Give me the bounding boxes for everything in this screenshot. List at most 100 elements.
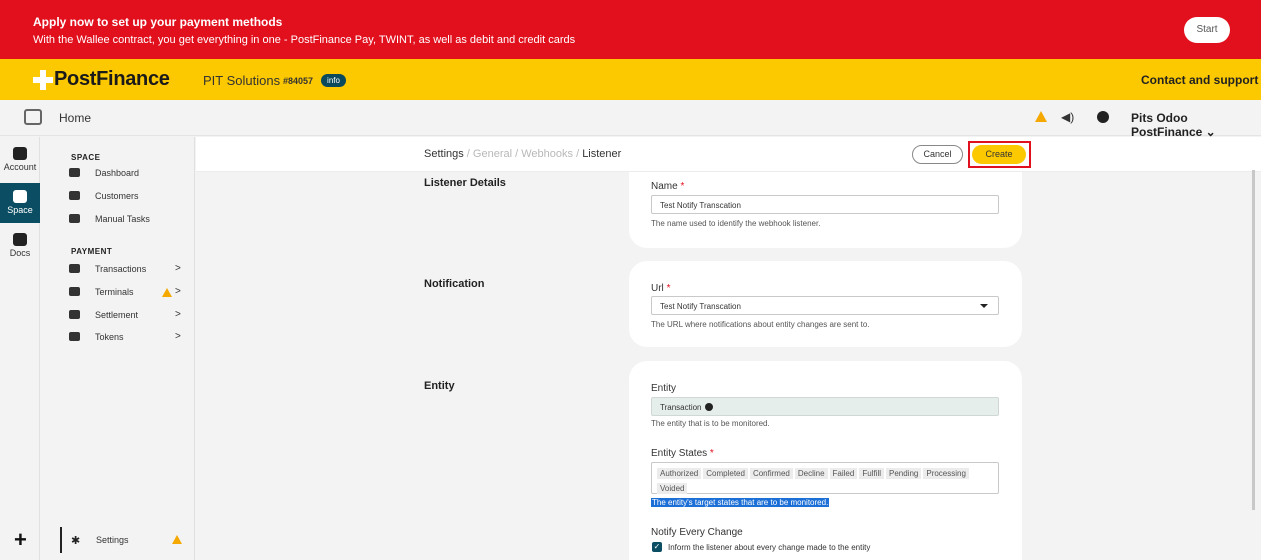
state-tag[interactable]: Decline [794,468,828,479]
entity-states-multiselect[interactable]: Authorized Completed Confirmed Decline Faile… [651,462,999,494]
customers-icon [69,191,80,200]
rail-item-docs[interactable]: Docs [0,229,40,267]
token-icon [69,332,80,341]
start-button[interactable]: Start [1184,17,1230,43]
entity-label: Entity [651,383,677,394]
contact-support-link[interactable]: Contact and support [1141,73,1258,87]
state-tag[interactable]: Failed [829,468,858,479]
rail-item-label: Space [7,205,33,215]
state-tag[interactable]: Confirmed [749,468,793,479]
brand-name[interactable]: PostFinance [54,68,170,91]
entity-help: The entity that is to be monitored. [651,419,770,428]
listener-details-title: Listener Details [424,177,506,189]
sidebar-item-label: Settings [96,535,129,545]
sidebar-item-label: Settlement [95,310,139,320]
rail-item-account[interactable]: Account [0,143,40,181]
rail-item-label: Account [3,162,37,172]
chevron-right-icon: > [175,263,181,274]
terminal-icon [69,287,80,296]
notify-every-change-text[interactable]: Inform the listener about every change m… [668,543,870,552]
sidebar-item-terminals[interactable]: Terminals > [69,284,189,302]
account-menu[interactable]: Pits Odoo PostFinance ⌄ [1131,111,1261,139]
url-help: The URL where notifications about entity… [651,320,870,329]
account-icon [13,147,27,160]
top-navbar: Home ◀) Pits Odoo PostFinance ⌄ [0,100,1261,139]
entity-field: Transaction [651,397,999,416]
sidebar-section-space: SPACE [71,153,101,162]
sidebar-item-customers[interactable]: Customers [69,188,189,206]
breadcrumb: Settings / General / Webhooks / Listener [424,148,622,160]
breadcrumb-general[interactable]: General [473,148,512,160]
url-label: Url * [651,283,671,294]
breadcrumb-webhooks[interactable]: Webhooks [521,148,573,160]
sidebar-item-settings[interactable]: ✱ Settings [60,527,195,553]
sidebar-item-label: Tokens [95,332,124,342]
docs-icon [13,233,27,246]
state-tag[interactable]: Completed [703,468,748,479]
chevron-right-icon: > [175,286,181,297]
state-tag[interactable]: Processing [923,468,969,479]
plus-icon[interactable]: + [14,527,27,553]
home-link[interactable]: Home [59,111,91,125]
cancel-button[interactable]: Cancel [912,145,963,164]
banner-title: Apply now to set up your payment methods [33,15,283,29]
sidebar-item-tokens[interactable]: Tokens > [69,329,189,347]
chevron-right-icon: > [175,331,181,342]
chevron-down-icon [980,304,988,308]
name-label: Name * [651,181,685,192]
space-icon [13,190,27,203]
breadcrumb-settings[interactable]: Settings [424,148,464,160]
banner-text: With the Wallee contract, you get everyt… [33,34,576,46]
sidebar-item-dashboard[interactable]: Dashboard [69,165,189,183]
space-id: #84057 [283,76,314,86]
rail-item-space[interactable]: Space [0,183,40,223]
chevron-right-icon: > [175,309,181,320]
brand-bar: PostFinance PIT Solutions #84057 info Co… [0,59,1261,100]
state-tag[interactable]: Voided [657,483,688,494]
warning-icon [172,535,182,544]
sidebar-menu: SPACE Dashboard Customers Manual Tasks P… [41,137,195,560]
state-tag[interactable]: Fulfill [859,468,884,479]
space-name: PIT Solutions [203,73,281,88]
sidebar-item-label: Customers [95,191,139,201]
sidebar-item-settlement[interactable]: Settlement > [69,307,189,325]
postfinance-logo-icon[interactable] [33,70,53,90]
entity-states-help: The entity's target states that are to b… [651,498,830,507]
create-button[interactable]: Create [972,145,1026,164]
transfer-icon [69,310,80,319]
dashboard-icon [69,168,80,177]
globe-icon[interactable] [1097,111,1109,123]
url-select[interactable]: Test Notify Transcation [651,296,999,315]
megaphone-icon[interactable]: ◀) [1061,110,1074,124]
entity-title: Entity [424,380,455,392]
home-icon[interactable] [24,109,42,125]
megaphone-icon [69,214,80,223]
scrollbar[interactable] [1252,170,1255,510]
name-input[interactable]: Test Notify Transcation [651,195,999,214]
notify-every-change-checkbox[interactable]: ✓ [652,542,662,552]
left-rail: Account Space Docs + [0,137,40,560]
info-badge[interactable]: info [321,74,346,87]
breadcrumb-listener: Listener [582,148,622,160]
gear-icon: ✱ [71,535,81,547]
sidebar-item-label: Dashboard [95,168,140,178]
name-help: The name used to identify the webhook li… [651,219,821,228]
sidebar-section-payment: PAYMENT [71,247,113,256]
warning-icon [162,288,172,297]
sidebar-item-label: Transactions [95,264,147,274]
notify-every-change-label: Notify Every Change [651,527,743,538]
card-icon [69,264,80,273]
content-header: Settings / General / Webhooks / Listener… [196,137,1261,172]
state-tag[interactable]: Pending [886,468,922,479]
warning-icon[interactable] [1035,111,1047,122]
info-icon[interactable] [704,403,713,411]
notification-title: Notification [424,278,485,290]
sidebar-item-label: Terminals [95,287,134,297]
promo-banner: Apply now to set up your payment methods… [0,0,1261,59]
entity-states-label: Entity States * [651,448,714,459]
state-tag[interactable]: Authorized [657,468,702,479]
sidebar-item-manual-tasks[interactable]: Manual Tasks [69,211,189,229]
sidebar-item-label: Manual Tasks [95,214,150,224]
rail-item-label: Docs [9,248,31,258]
sidebar-item-transactions[interactable]: Transactions > [69,261,189,279]
